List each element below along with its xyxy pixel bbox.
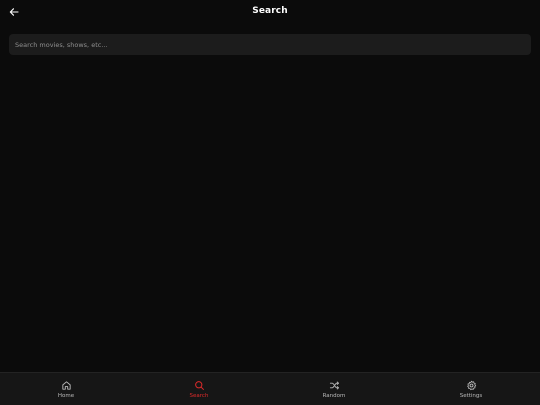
tab-search-label: Search bbox=[189, 393, 209, 399]
tab-home[interactable]: Home bbox=[16, 373, 116, 405]
search-results-area bbox=[0, 60, 540, 372]
tab-random-label: Random bbox=[322, 393, 346, 399]
header-bar: Search bbox=[0, 0, 540, 26]
home-icon bbox=[60, 379, 72, 391]
search-field[interactable] bbox=[9, 34, 531, 55]
shuffle-icon bbox=[328, 379, 340, 391]
tab-settings-label: Settings bbox=[459, 393, 483, 399]
tab-settings[interactable]: Settings bbox=[421, 373, 521, 405]
gear-icon bbox=[465, 379, 477, 391]
search-input[interactable] bbox=[9, 34, 531, 55]
tab-search[interactable]: Search bbox=[149, 373, 249, 405]
search-icon bbox=[193, 379, 205, 391]
tab-random[interactable]: Random bbox=[284, 373, 384, 405]
bottom-tab-bar: Home Search Random Settings bbox=[0, 372, 540, 405]
tab-home-label: Home bbox=[57, 393, 75, 399]
page-title: Search bbox=[252, 6, 288, 16]
app-window: Search Home Search bbox=[0, 0, 540, 405]
